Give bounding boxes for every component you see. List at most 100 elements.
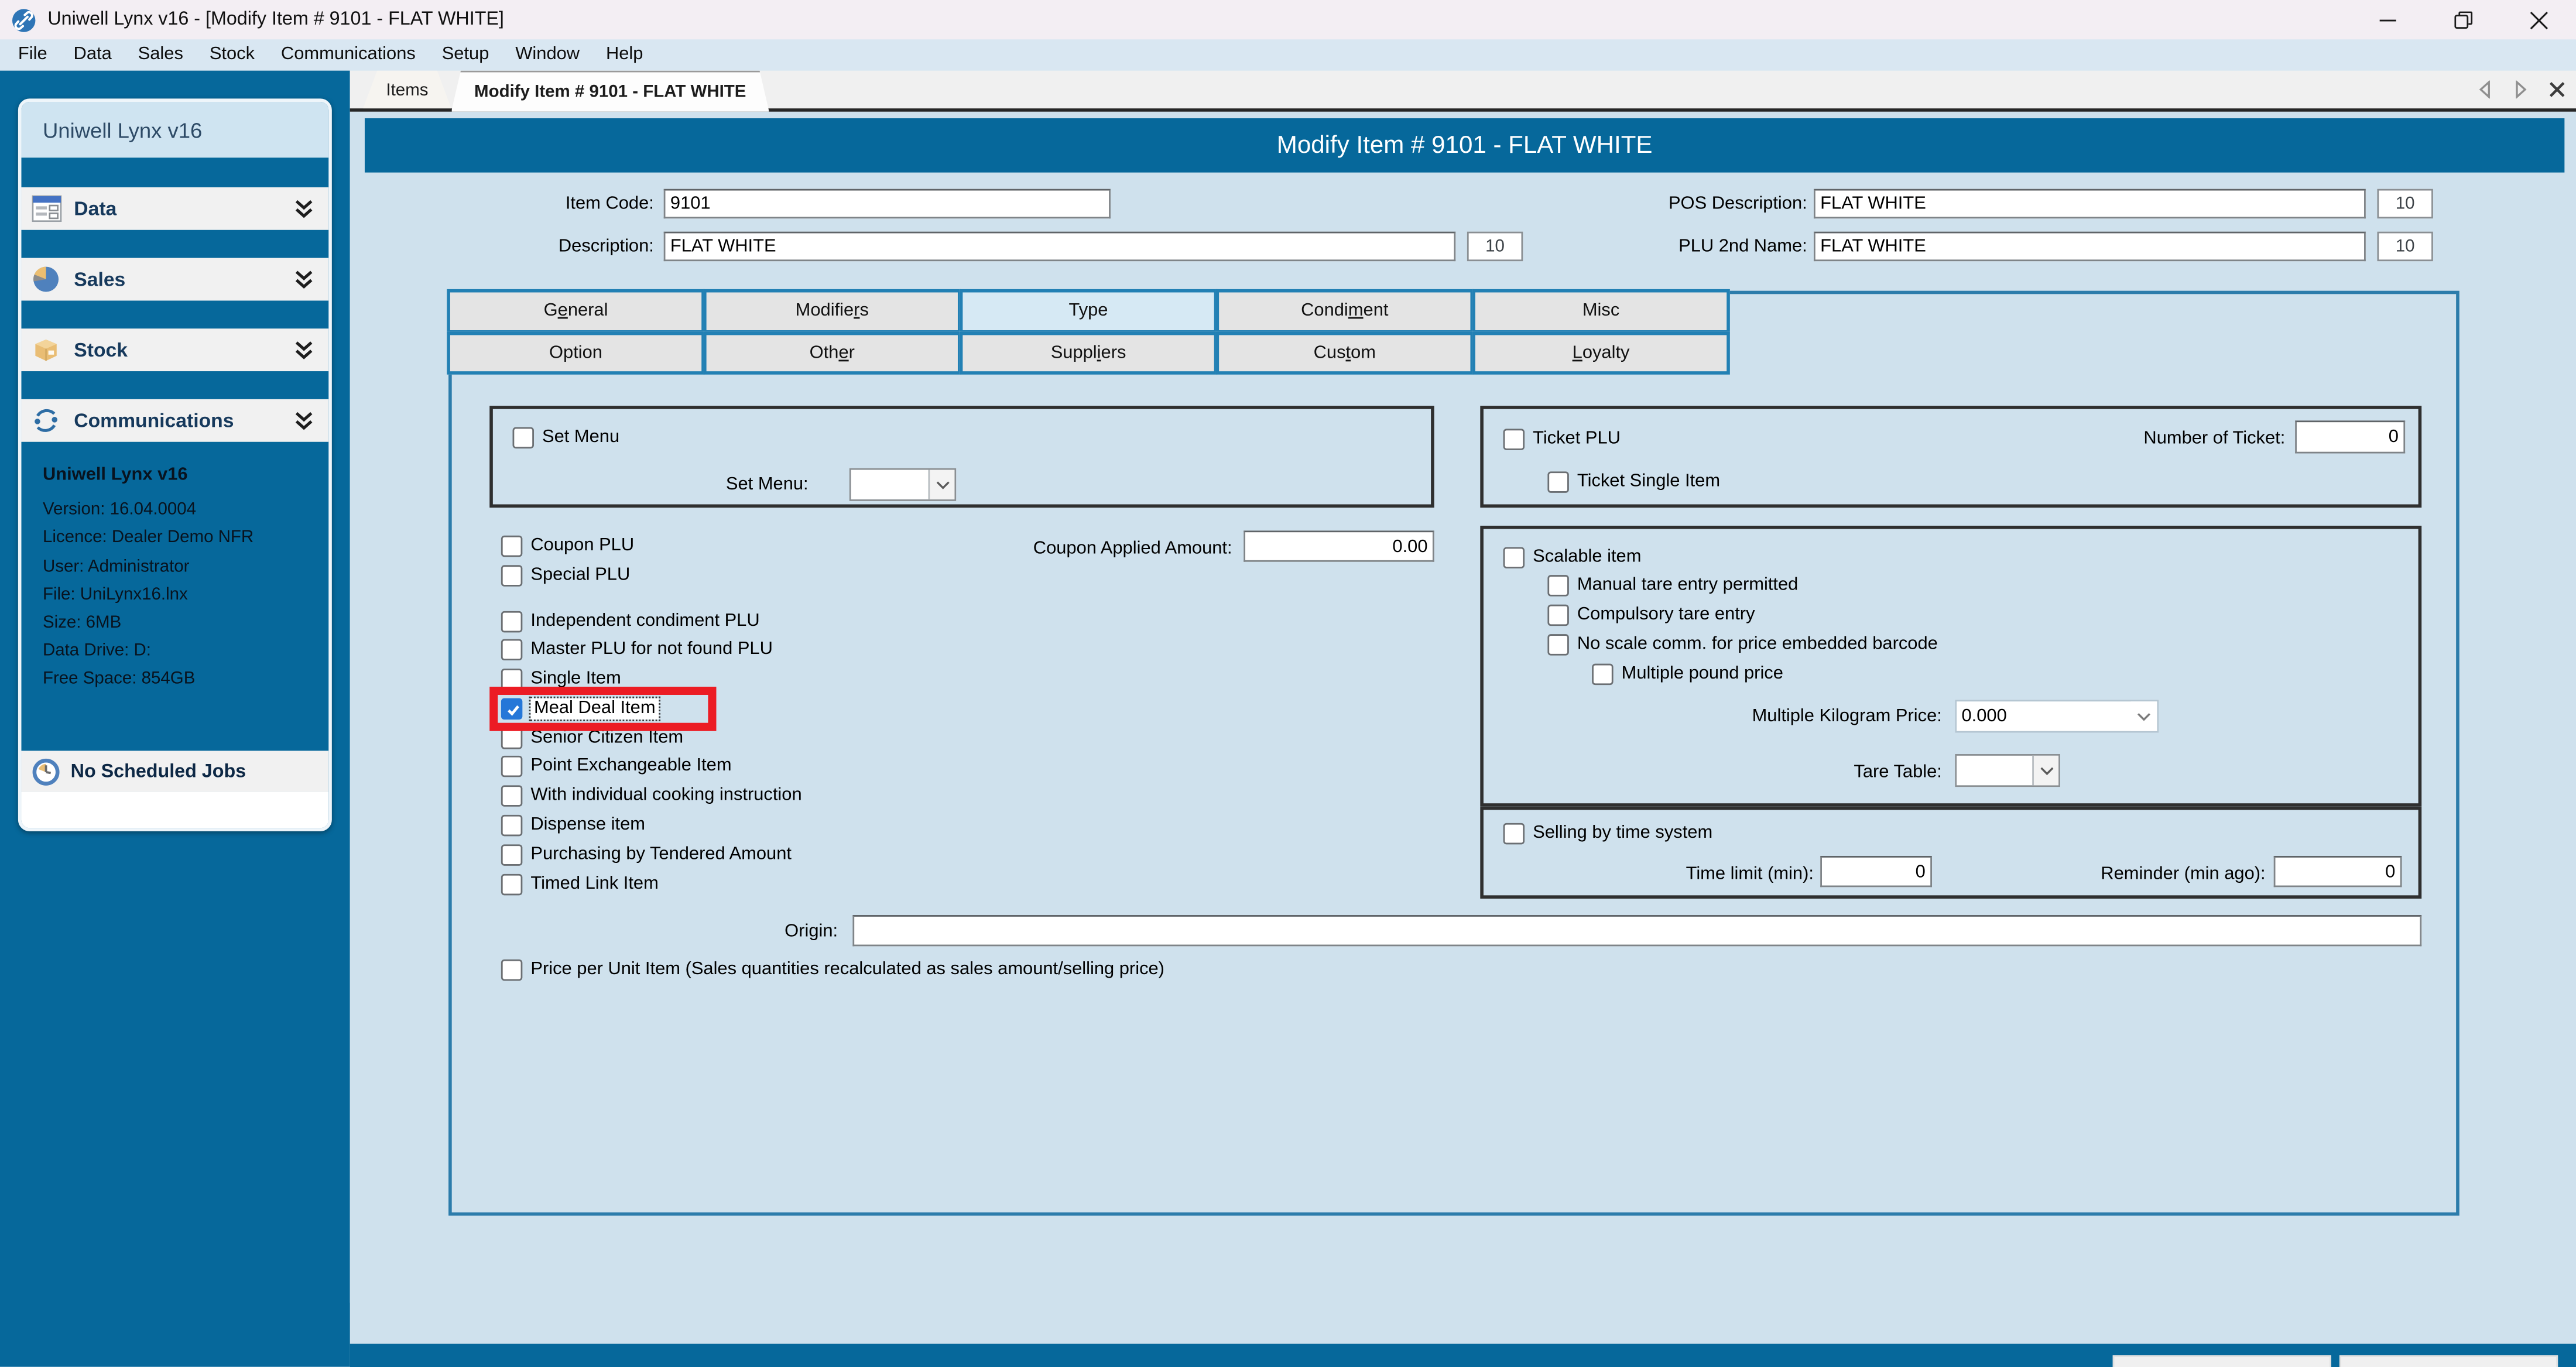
chevron-down-icon[interactable] xyxy=(2032,755,2059,786)
tab-misc[interactable]: Misc xyxy=(1472,289,1730,333)
tab-loyalty[interactable]: Loyalty xyxy=(1472,331,1730,375)
scalable-item-checkbox[interactable] xyxy=(1503,546,1525,568)
number-of-ticket-input[interactable] xyxy=(2295,420,2406,454)
menu-stock[interactable]: Stock xyxy=(196,39,268,70)
no-scale-comm-for-price-embedded-barcode-checkbox[interactable] xyxy=(1547,633,1569,655)
menu-sales[interactable]: Sales xyxy=(125,39,196,70)
timed-link-item-checkbox-row[interactable]: Timed Link Item xyxy=(501,873,802,896)
chevron-double-down-icon[interactable] xyxy=(292,338,315,361)
point-exchangeable-item-checkbox[interactable] xyxy=(501,756,523,778)
no-scale-comm-for-price-embedded-barcode-checkbox-row[interactable]: No scale comm. for price embedded barcod… xyxy=(1547,632,1938,655)
sidebar-item-communications[interactable]: Communications xyxy=(21,399,329,442)
dispense-item-checkbox-row[interactable]: Dispense item xyxy=(501,814,802,837)
compulsory-tare-entry-checkbox-row[interactable]: Compulsory tare entry xyxy=(1547,603,1937,626)
scalable-item-checkbox-row[interactable]: Scalable item xyxy=(1503,546,1641,568)
price-per-unit-checkbox-row[interactable]: Price per Unit Item (Sales quantities re… xyxy=(501,958,1164,981)
menu-communications[interactable]: Communications xyxy=(268,39,429,70)
tab-suppliers[interactable]: Suppl i ers xyxy=(959,331,1218,375)
multiple-kilogram-price-label: Multiple Kilogram Price: xyxy=(1752,706,1942,727)
document-tab-modify-item-9101-flat-white[interactable]: Modify Item # 9101 - FLAT WHITE xyxy=(451,70,769,112)
menu-help[interactable]: Help xyxy=(593,39,656,70)
cancel-button[interactable]: Cancel xyxy=(2339,1355,2558,1367)
senior-citizen-item-checkbox-row[interactable]: Senior Citizen Item xyxy=(501,727,802,749)
independent-condiment-plu-checkbox[interactable] xyxy=(501,610,523,632)
description-input[interactable] xyxy=(663,231,1456,262)
tab-other[interactable]: Oth e r xyxy=(703,331,961,375)
ticket-plu-checkbox[interactable] xyxy=(1503,427,1525,450)
independent-condiment-plu-checkbox-row[interactable]: Independent condiment PLU xyxy=(501,609,802,632)
point-exchangeable-item-checkbox-row[interactable]: Point Exchangeable Item xyxy=(501,756,802,779)
close-icon[interactable] xyxy=(2500,0,2576,39)
item-code-input[interactable] xyxy=(663,189,1111,219)
ticket-plu-checkbox-row[interactable]: Ticket PLU xyxy=(1503,427,1621,450)
origin-input[interactable] xyxy=(852,915,2422,947)
chevron-double-down-icon[interactable] xyxy=(292,268,315,290)
tab-modifiers[interactable]: Modifie r s xyxy=(703,289,961,333)
manual-tare-entry-permitted-checkbox-row[interactable]: Manual tare entry permitted xyxy=(1547,573,1937,596)
chevron-down-icon[interactable] xyxy=(928,470,955,500)
tab-type[interactable]: Type xyxy=(959,289,1218,333)
dispense-item-checkbox[interactable] xyxy=(501,815,523,837)
purchasing-by-tendered-amount-checkbox-row[interactable]: Purchasing by Tendered Amount xyxy=(501,844,802,866)
sidebar-item-data[interactable]: Data xyxy=(21,187,329,230)
purchasing-by-tendered-amount-checkbox[interactable] xyxy=(501,844,523,866)
multiple-pound-price-checkbox-row[interactable]: Multiple pound price xyxy=(1592,662,1938,685)
manual-tare-entry-permitted-checkbox[interactable] xyxy=(1547,574,1569,596)
menu-file[interactable]: File xyxy=(5,39,60,70)
ok-button[interactable]: Ok xyxy=(2112,1355,2331,1367)
set-menu-select[interactable] xyxy=(849,468,957,501)
chevron-down-icon[interactable] xyxy=(2130,701,2157,731)
document-tab-items[interactable]: Items xyxy=(363,70,451,109)
selling-by-time-checkbox[interactable] xyxy=(1503,822,1525,844)
tab-condiment[interactable]: Condi m ent xyxy=(1215,289,1474,333)
compulsory-tare-entry-label: Compulsory tare entry xyxy=(1577,604,1755,623)
single-item-checkbox[interactable] xyxy=(501,669,523,690)
compulsory-tare-entry-checkbox[interactable] xyxy=(1547,604,1569,625)
menu-data[interactable]: Data xyxy=(60,39,125,70)
single-item-checkbox-row[interactable]: Single Item xyxy=(501,668,802,691)
meal-deal-item-checkbox-row[interactable]: Meal Deal Item xyxy=(489,687,802,732)
coupon-applied-amount-input[interactable] xyxy=(1244,530,1434,562)
special-plu-checkbox-row[interactable]: Special PLU xyxy=(501,563,630,586)
with-individual-cooking-instruction-checkbox-row[interactable]: With individual cooking instruction xyxy=(501,785,802,808)
tab-option[interactable]: Option xyxy=(447,331,705,375)
menu-window[interactable]: Window xyxy=(502,39,593,70)
chevron-double-down-icon[interactable] xyxy=(292,197,315,220)
master-plu-for-not-found-plu-checkbox[interactable] xyxy=(501,639,523,661)
tab-custom[interactable]: Cus t om xyxy=(1215,331,1474,375)
special-plu-checkbox[interactable] xyxy=(501,564,523,586)
senior-citizen-item-checkbox[interactable] xyxy=(501,727,523,749)
set-menu-checkbox[interactable] xyxy=(512,426,534,448)
multiple-kilogram-price-select[interactable]: 0.000 xyxy=(1955,700,2159,733)
with-individual-cooking-instruction-checkbox[interactable] xyxy=(501,786,523,807)
selling-by-time-checkbox-row[interactable]: Selling by time system xyxy=(1503,821,1712,844)
pos-description-input[interactable] xyxy=(1813,189,2366,219)
ticket-single-item-checkbox-row[interactable]: Ticket Single Item xyxy=(1547,470,1720,493)
timed-link-item-checkbox[interactable] xyxy=(501,873,523,895)
ticket-single-item-checkbox[interactable] xyxy=(1547,470,1569,492)
main-area: Items Modify Item # 9101 - FLAT WHITE Mod… xyxy=(350,70,2576,1367)
plu-2nd-name-input[interactable] xyxy=(1813,231,2366,262)
nav-right-icon[interactable] xyxy=(2512,80,2530,99)
coupon-plu-checkbox[interactable] xyxy=(501,535,523,556)
sidebar-item-scheduled-jobs[interactable]: No Scheduled Jobs xyxy=(21,751,329,792)
multiple-pound-price-checkbox[interactable] xyxy=(1592,663,1614,684)
sidebar-item-stock[interactable]: Stock xyxy=(21,328,329,372)
coupon-plu-checkbox-row[interactable]: Coupon PLU xyxy=(501,534,634,557)
tab-general[interactable]: Ge neral xyxy=(447,289,705,333)
close-tab-icon[interactable] xyxy=(2548,80,2566,98)
tare-table-select[interactable] xyxy=(1955,754,2060,787)
nav-left-icon[interactable] xyxy=(2476,80,2494,99)
price-per-unit-checkbox[interactable] xyxy=(501,958,523,980)
selling-by-time-group: Selling by time system Time limit (min):… xyxy=(1480,806,2422,899)
restore-icon[interactable] xyxy=(2425,0,2500,39)
dispense-item-label: Dispense item xyxy=(530,815,645,835)
sidebar-item-sales[interactable]: Sales xyxy=(21,258,329,301)
meal-deal-item-checkbox[interactable] xyxy=(501,698,523,720)
reminder-input[interactable] xyxy=(2273,855,2402,888)
set-menu-checkbox-row[interactable]: Set Menu xyxy=(512,426,619,448)
menu-setup[interactable]: Setup xyxy=(429,39,502,70)
minimize-icon[interactable] xyxy=(2349,0,2425,39)
master-plu-for-not-found-plu-checkbox-row[interactable]: Master PLU for not found PLU xyxy=(501,639,802,662)
chevron-double-down-icon[interactable] xyxy=(292,409,315,432)
